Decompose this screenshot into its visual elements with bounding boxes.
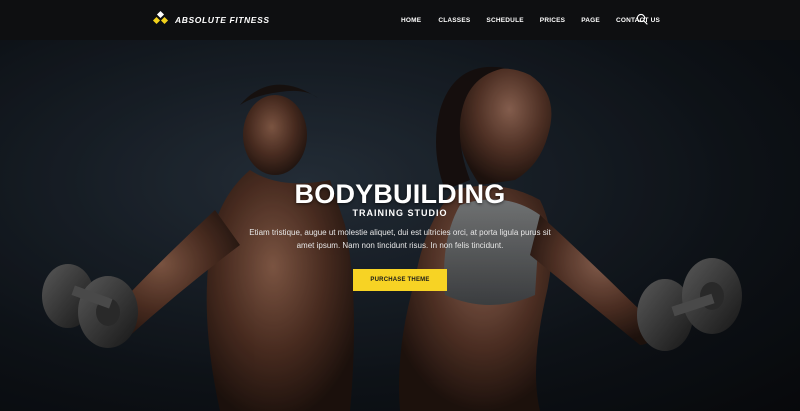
- nav-item-page[interactable]: PAGE: [581, 17, 600, 24]
- hero-subtitle: TRAINING STUDIO: [352, 208, 448, 218]
- nav-item-classes[interactable]: CLASSES: [438, 17, 470, 24]
- logo-icon: [152, 10, 169, 28]
- nav-item-prices[interactable]: PRICES: [540, 17, 565, 24]
- hero-title: BODYBUILDING: [294, 179, 506, 209]
- brand-name: ABSOLUTE FITNESS: [175, 15, 270, 25]
- hero-content: BODYBUILDING TRAINING STUDIO Etiam trist…: [0, 40, 800, 411]
- hero-description: Etiam tristique, augue ut molestie aliqu…: [249, 228, 551, 250]
- brand-logo[interactable]: ABSOLUTE FITNESS: [152, 10, 270, 28]
- site-header: ABSOLUTE FITNESS HOME CLASSES SCHEDULE P…: [0, 0, 800, 40]
- purchase-theme-button[interactable]: PURCHASE THEME: [353, 269, 447, 291]
- nav-item-home[interactable]: HOME: [401, 17, 421, 24]
- hero-section: BODYBUILDING TRAINING STUDIO Etiam trist…: [0, 40, 800, 411]
- nav-item-schedule[interactable]: SCHEDULE: [486, 17, 523, 24]
- search-icon[interactable]: [636, 13, 648, 25]
- main-nav: HOME CLASSES SCHEDULE PRICES PAGE CONTAC…: [392, 0, 660, 40]
